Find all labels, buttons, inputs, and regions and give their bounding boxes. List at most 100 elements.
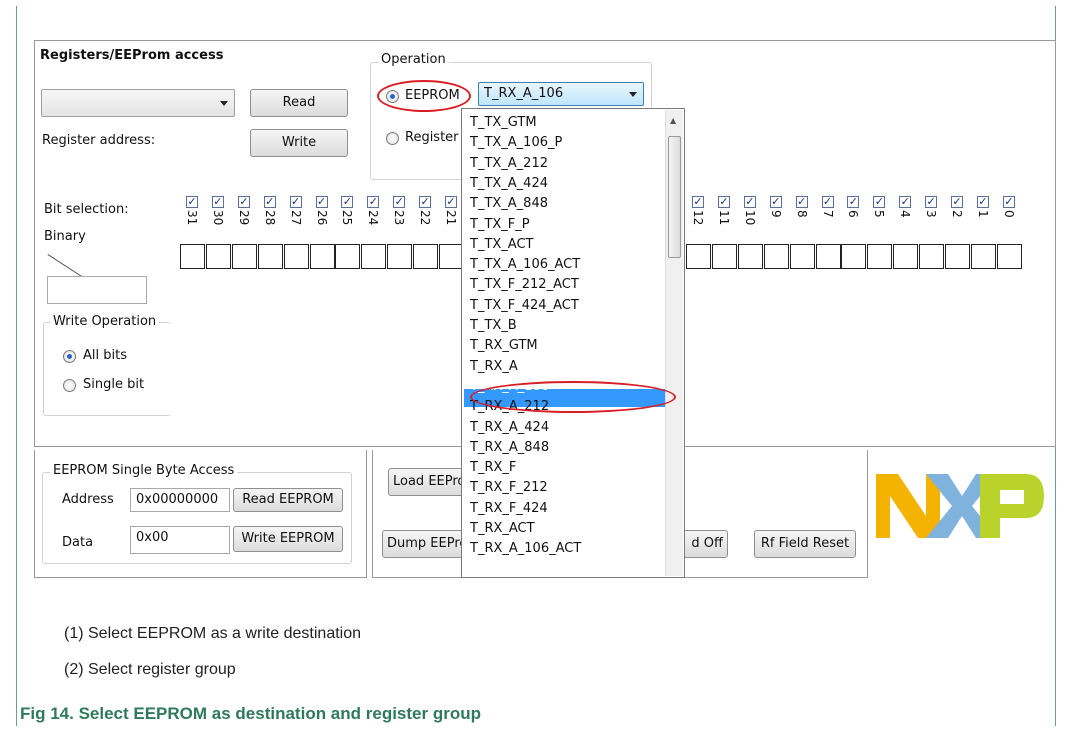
bit-checkbox[interactable]: ✓ [873,196,886,208]
bit-checkbox[interactable]: ✓ [289,196,302,208]
bit-value-box[interactable] [996,244,1022,269]
bit-checkbox[interactable]: ✓ [795,196,808,208]
data-label: Data [62,535,94,550]
bit-value-box[interactable] [841,244,867,269]
binary-input[interactable] [47,276,147,304]
address-field[interactable]: 0x00000000 [130,488,230,512]
figure-caption: Fig 14. Select EEPROM as destination and… [20,704,481,723]
dropdown-item[interactable]: T_TX_ACT [470,237,533,253]
bit-checkbox[interactable]: ✓ [717,196,730,208]
dropdown-item[interactable]: T_TX_A_106_ACT [470,257,580,273]
bit-checkbox[interactable]: ✓ [263,196,276,208]
bit-checkbox[interactable]: ✓ [925,196,938,208]
bit-value-box[interactable] [180,244,205,269]
bit-value-box[interactable] [815,244,841,269]
register-combo[interactable] [41,89,235,117]
bit-number: 4 [898,210,913,218]
dropdown-item[interactable]: T_TX_A_212 [470,156,548,172]
dropdown-item[interactable]: T_RX_A_848 [470,440,549,456]
write-operation-group [43,322,171,416]
bit-value-box[interactable] [867,244,893,269]
bit-checkbox[interactable]: ✓ [743,196,756,208]
bit-value-box[interactable] [413,244,439,269]
bit-value-box[interactable] [763,244,789,269]
rf-reset-button[interactable]: Rf Field Reset [754,530,856,558]
write-eeprom-button[interactable]: Write EEPROM [233,526,343,552]
dropdown-item[interactable]: T_RX_F_424 [470,501,548,517]
dropdown-item[interactable]: T_TX_B [470,318,517,334]
dropdown-item[interactable]: T_RX_A_106_ACT [470,541,581,557]
write-button[interactable]: Write [250,129,348,157]
bit-checkbox[interactable]: ✓ [951,196,963,208]
dropdown-item[interactable]: T_TX_A_848 [470,196,548,212]
bit-value-box[interactable] [737,244,763,269]
data-field[interactable]: 0x00 [130,526,230,554]
bit-value-box[interactable] [789,244,815,269]
bit-selection-label: Bit selection: [44,202,129,217]
register-radio[interactable] [386,132,399,145]
dropdown-item[interactable]: T_TX_A_424 [470,176,548,192]
bit-checkbox[interactable]: ✓ [899,196,912,208]
dropdown-item[interactable]: T_RX_A_424 [470,420,549,436]
bit-checkbox[interactable]: ✓ [445,196,457,208]
dropdown-item[interactable]: T_RX_F_212 [470,480,548,496]
bit-value-box[interactable] [231,244,257,269]
bit-value-box[interactable] [919,244,945,269]
dropdown-item[interactable]: T_RX_F [470,460,516,476]
highlight-eeprom-ellipse [377,80,471,112]
read-eeprom-button[interactable]: Read EEPROM [233,488,343,512]
dropdown-item[interactable]: T_TX_F_212_ACT [470,277,579,293]
dropdown-item[interactable]: T_TX_GTM [470,115,537,131]
bit-value-box[interactable] [945,244,970,269]
scrollbar-thumb[interactable] [668,136,681,258]
bit-checkbox[interactable]: ✓ [976,196,989,208]
bit-value-box[interactable] [309,244,335,269]
bit-checkbox[interactable]: ✓ [419,196,432,208]
bit-number: 2 [950,210,964,218]
bit-checkbox[interactable]: ✓ [186,196,198,208]
bit-checkbox[interactable]: ✓ [367,196,380,208]
bit-value-box[interactable] [387,244,413,269]
bit-checkbox[interactable]: ✓ [237,196,250,208]
bit-number: 12 [691,210,705,226]
bit-value-box[interactable] [335,244,361,269]
bit-value-box[interactable] [970,244,996,269]
bit-value-box[interactable] [205,244,231,269]
register-group-value: T_RX_A_106 [484,86,564,101]
bit-number: 1 [975,210,990,218]
bit-value-box[interactable] [893,244,919,269]
read-button[interactable]: Read [250,89,348,117]
dropdown-item[interactable]: T_RX_ACT [470,521,535,537]
bit-checkbox[interactable]: ✓ [393,196,406,208]
registers-title: Registers/EEProm access [40,48,224,63]
scroll-up-icon[interactable]: ▲ [670,116,676,125]
register-group-select[interactable]: T_RX_A_106 [478,82,644,106]
highlight-selection-ellipse [470,381,676,413]
dropdown-scrollbar[interactable]: ▲ [665,110,683,576]
bit-number: 8 [794,210,809,218]
register-group-dropdown[interactable]: T_TX_GTM T_TX_A_106_P T_TX_A_212 T_TX_A_424… [461,108,685,578]
bit-value-box[interactable] [283,244,309,269]
dropdown-item[interactable]: T_TX_A_106_P [470,135,562,151]
bit-checkbox[interactable]: ✓ [692,196,704,208]
dropdown-item[interactable]: T_TX_F_P [470,217,530,233]
bit-checkbox[interactable]: ✓ [1002,196,1015,208]
bit-value-box[interactable] [711,244,737,269]
bit-value-box[interactable] [361,244,387,269]
single-bit-radio[interactable] [63,379,76,392]
bit-checkbox[interactable]: ✓ [847,196,860,208]
dropdown-item[interactable]: T_RX_A [470,359,518,375]
rf-off-button[interactable]: d Off [680,530,728,558]
bit-checkbox[interactable]: ✓ [769,196,782,208]
bit-value-box[interactable] [686,244,711,269]
all-bits-radio[interactable] [63,350,76,363]
bit-checkbox[interactable]: ✓ [341,196,354,208]
bit-value-box[interactable] [257,244,283,269]
dropdown-item[interactable]: T_RX_GTM [470,338,538,354]
bit-checkbox[interactable]: ✓ [821,196,834,208]
single-bit-label: Single bit [83,377,145,392]
bit-number: 7 [820,210,835,218]
dropdown-item[interactable]: T_TX_F_424_ACT [470,298,579,314]
bit-checkbox[interactable]: ✓ [211,196,224,208]
bit-checkbox[interactable]: ✓ [315,196,328,208]
